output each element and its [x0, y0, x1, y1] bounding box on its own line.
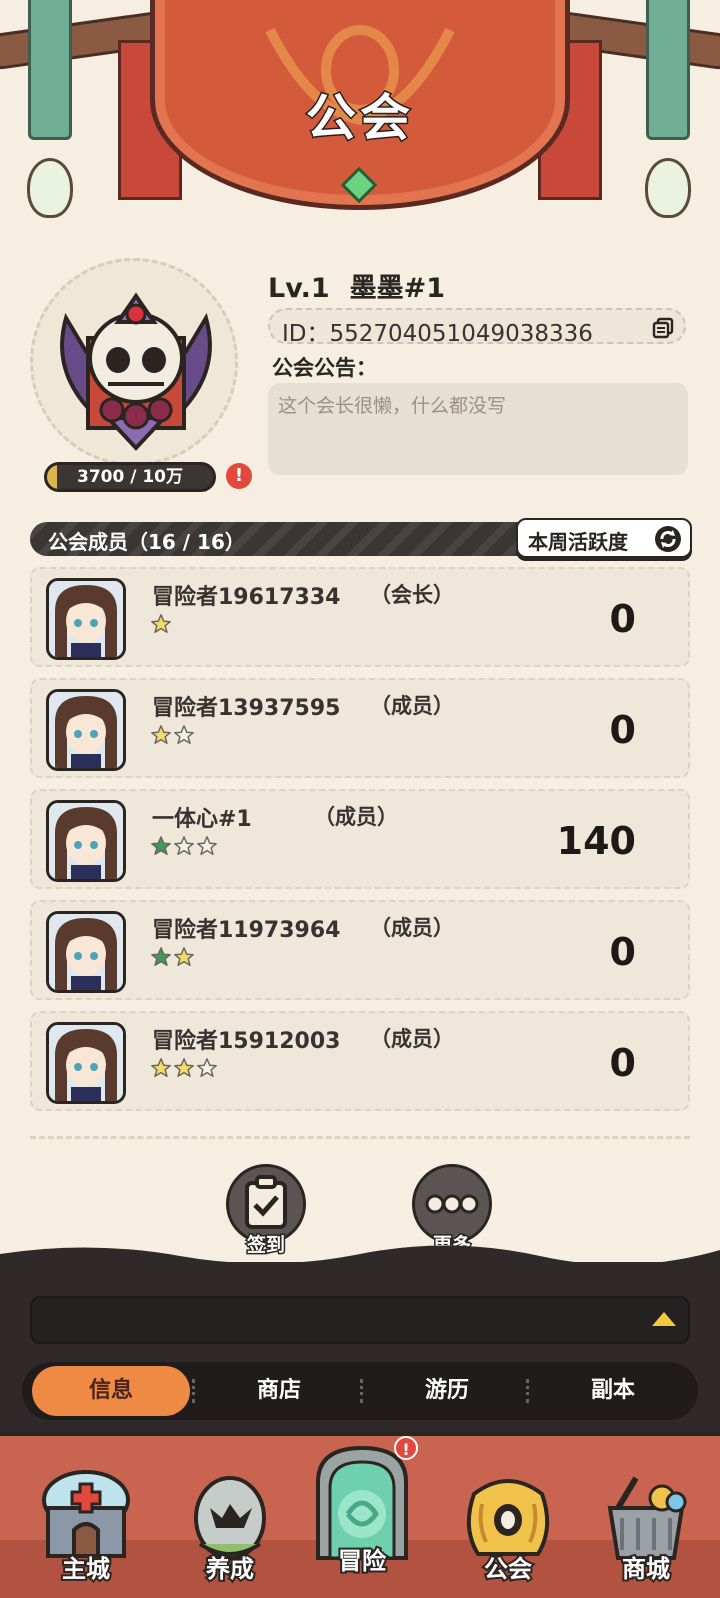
member-role: （成员）	[314, 805, 398, 829]
tab-shop[interactable]: 商店	[200, 1366, 358, 1416]
guild-name: 墨墨#1	[349, 273, 446, 304]
star-icon	[151, 1058, 171, 1077]
member-stars	[150, 613, 173, 637]
notice-text: 这个会长很懒，什么都没写	[278, 395, 507, 417]
page-title: 公会	[305, 88, 414, 149]
nav-training[interactable]: 养成	[168, 1444, 292, 1594]
member-name: 冒险者13937595	[152, 696, 341, 721]
guild-id-box: ID：552704051049038336	[268, 308, 686, 347]
guild-title: Lv.1 墨墨#1	[268, 266, 445, 305]
star-icon	[151, 725, 171, 744]
lantern-left-icon	[27, 158, 73, 218]
member-score: 0	[609, 930, 636, 974]
nav-mall[interactable]: 商城	[584, 1444, 708, 1594]
tab-separator	[360, 1379, 363, 1403]
guild-level: Lv.1	[268, 273, 330, 304]
avatar	[46, 1022, 126, 1104]
guild-exp-bar: 3700 / 10万	[44, 462, 216, 492]
refresh-icon	[655, 526, 681, 552]
star-icon	[151, 947, 171, 966]
divider	[30, 1136, 690, 1139]
skull-emblem-icon[interactable]	[48, 278, 224, 458]
star-icon	[197, 1058, 217, 1077]
member-stars	[150, 1057, 219, 1081]
avatar	[46, 689, 126, 771]
member-row[interactable]: 一体心#1 （成员） 140	[30, 789, 690, 889]
star-icon	[174, 947, 194, 966]
star-icon	[174, 725, 194, 744]
notice-label: 公会公告：	[272, 356, 377, 380]
tab-separator	[526, 1379, 529, 1403]
avatar	[46, 800, 126, 882]
tab-bar: 信息 商店 游历 副本	[22, 1362, 698, 1420]
tab-dungeon[interactable]: 副本	[534, 1366, 692, 1416]
nav-label: 养成	[204, 1553, 256, 1585]
member-stars	[150, 835, 219, 859]
alert-icon: !	[394, 1436, 418, 1460]
member-stars	[150, 724, 196, 748]
nav-label: 商城	[620, 1553, 672, 1585]
weekly-activity-sort-button[interactable]: 本周活跃度	[516, 518, 692, 558]
star-icon	[151, 614, 171, 633]
star-icon	[174, 836, 194, 855]
member-row[interactable]: 冒险者19617334 （会长） 0	[30, 567, 690, 667]
star-icon	[151, 836, 171, 855]
star-icon	[174, 1058, 194, 1077]
member-name: 一体心#1	[152, 807, 252, 832]
nav-guild[interactable]: 公会	[446, 1444, 570, 1594]
header: 公会	[0, 0, 720, 235]
guild-exp-text: 3700 / 10万	[76, 467, 184, 487]
member-row[interactable]: 冒险者15912003 （成员） 0	[30, 1011, 690, 1111]
member-role: （成员）	[370, 1027, 454, 1051]
nav-main-city[interactable]: 主城	[24, 1444, 148, 1594]
member-name: 冒险者11973964	[152, 918, 341, 943]
member-row[interactable]: 冒险者11973964 （成员） 0	[30, 900, 690, 1000]
guild-id: ID：552704051049038336	[282, 321, 593, 347]
tab-travel[interactable]: 游历	[368, 1366, 526, 1416]
chat-bar[interactable]	[30, 1296, 690, 1344]
star-icon	[197, 836, 217, 855]
member-score: 0	[609, 708, 636, 752]
notice-box: 这个会长很懒，什么都没写	[268, 383, 688, 475]
lantern-right-icon	[645, 158, 691, 218]
weekly-activity-label: 本周活跃度	[528, 530, 628, 554]
copy-icon[interactable]	[652, 317, 674, 339]
tab-separator	[192, 1379, 195, 1403]
members-title: 公会成员（16 / 16）	[48, 530, 245, 554]
member-score: 0	[609, 1041, 636, 1085]
member-stars	[150, 946, 196, 970]
member-row[interactable]: 冒险者13937595 （成员） 0	[30, 678, 690, 778]
nav-label: 冒险	[336, 1545, 388, 1577]
member-role: （成员）	[370, 916, 454, 940]
nav-label: 主城	[60, 1553, 112, 1585]
member-role: （成员）	[370, 694, 454, 718]
member-score: 140	[556, 819, 636, 863]
member-score: 0	[609, 597, 636, 641]
expand-chat-icon[interactable]	[652, 1312, 676, 1326]
nav-adventure[interactable]: 冒险 !	[300, 1436, 424, 1586]
tab-info[interactable]: 信息	[32, 1366, 190, 1416]
member-name: 冒险者15912003	[152, 1029, 341, 1054]
nav-label: 公会	[482, 1553, 534, 1585]
member-role: （会长）	[370, 583, 454, 607]
avatar	[46, 578, 126, 660]
member-name: 冒险者19617334	[152, 585, 341, 610]
alert-icon[interactable]: !	[226, 463, 252, 489]
avatar	[46, 911, 126, 993]
